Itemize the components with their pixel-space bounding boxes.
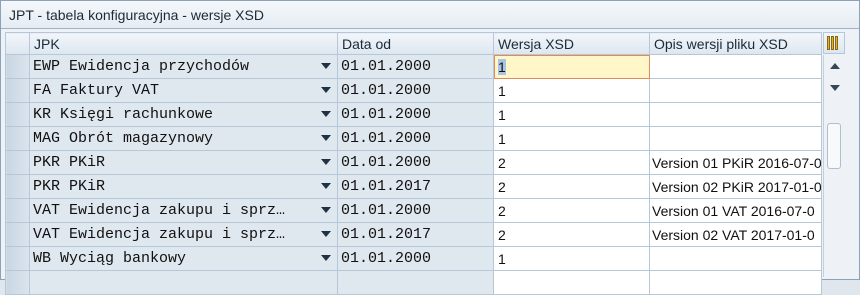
row-selector[interactable] [5,174,30,199]
date-empty-cell[interactable] [337,270,494,295]
jpk-dropdown[interactable]: VAT Ewidencja zakupu i sprz… [29,222,338,247]
scroll-up-icon[interactable] [830,63,840,69]
table-row: VAT Ewidencja zakupu i sprz… 01.01.2000 … [5,198,822,223]
version-input[interactable]: 2 [493,222,650,247]
jpk-value: KR Księgi rachunkowe [33,106,214,123]
row-selector[interactable] [5,126,30,151]
row-selector[interactable] [5,78,30,103]
jpk-empty-cell[interactable] [29,270,338,295]
chevron-down-icon[interactable] [321,231,331,237]
row-selector[interactable] [5,150,30,175]
jpk-value: VAT Ewidencja zakupu i sprz… [33,226,286,243]
version-empty-cell[interactable] [493,270,650,295]
jpk-value: PKR PKiR [33,154,106,171]
jpk-dropdown[interactable]: FA Faktury VAT [29,78,338,103]
chevron-down-icon[interactable] [321,159,331,165]
chevron-down-icon[interactable] [321,87,331,93]
version-input[interactable]: 1 [493,54,650,79]
jpk-value: WB Wyciąg bankowy [33,250,187,267]
description-input[interactable] [649,102,822,127]
table-row: VAT Ewidencja zakupu i sprz… 01.01.2017 … [5,222,822,247]
jpk-value: FA Faktury VAT [33,82,160,99]
date-cell[interactable]: 01.01.2000 [337,198,494,223]
column-header-jpk[interactable]: JPK [29,32,338,55]
version-input[interactable]: 1 [493,102,650,127]
chevron-down-icon[interactable] [321,207,331,213]
version-input[interactable]: 2 [493,174,650,199]
select-all-corner[interactable] [5,32,30,55]
scrollbar-thumb[interactable] [827,123,841,169]
row-selector[interactable] [5,102,30,127]
table-row: FA Faktury VAT 01.01.2000 1 [5,78,822,103]
description-input[interactable]: Version 01 VAT 2016-07-0 [649,198,822,223]
table-row: MAG Obrót magazynowy 01.01.2000 1 [5,126,822,151]
column-settings-icon [827,36,841,50]
jpk-dropdown[interactable]: PKR PKiR [29,174,338,199]
date-cell[interactable]: 01.01.2017 [337,222,494,247]
chevron-down-icon[interactable] [321,63,331,69]
table-row: WB Wyciąg bankowy 01.01.2000 1 [5,246,822,271]
jpk-dropdown[interactable]: MAG Obrót magazynowy [29,126,338,151]
panel-title: JPT - tabela konfiguracyjna - wersje XSD [1,1,859,29]
table-row: KR Księgi rachunkowe 01.01.2000 1 [5,102,822,127]
description-input[interactable]: Version 02 PKiR 2017-01-0 [649,174,822,199]
xsd-version-table: JPK Data od Wersja XSD Opis wersji pliku… [5,32,822,295]
column-header-version[interactable]: Wersja XSD [493,32,650,55]
row-selector[interactable] [5,54,30,79]
chevron-down-icon[interactable] [321,255,331,261]
description-input[interactable] [649,126,822,151]
row-selector[interactable] [5,222,30,247]
column-header-description[interactable]: Opis wersji pliku XSD [649,32,822,55]
jpk-value: EWP Ewidencja przychodów [33,58,250,75]
chevron-down-icon[interactable] [321,111,331,117]
date-cell[interactable]: 01.01.2000 [337,78,494,103]
column-settings-button[interactable] [823,32,845,54]
jpk-dropdown[interactable]: PKR PKiR [29,150,338,175]
jpk-value: VAT Ewidencja zakupu i sprz… [33,202,286,219]
date-cell[interactable]: 01.01.2000 [337,246,494,271]
row-selector[interactable] [5,198,30,223]
description-input[interactable] [649,246,822,271]
version-input[interactable]: 2 [493,198,650,223]
version-input[interactable]: 2 [493,150,650,175]
description-input[interactable] [649,78,822,103]
chevron-down-icon[interactable] [321,183,331,189]
jpk-value: MAG Obrót magazynowy [33,130,214,147]
date-cell[interactable]: 01.01.2017 [337,174,494,199]
row-selector[interactable] [5,246,30,271]
row-selector[interactable] [5,270,30,295]
jpk-value: PKR PKiR [33,178,106,195]
date-cell[interactable]: 01.01.2000 [337,150,494,175]
description-empty-cell[interactable] [649,270,822,295]
description-input[interactable] [649,54,822,79]
jpt-config-panel: JPT - tabela konfiguracyjna - wersje XSD… [0,0,860,295]
table-row: PKR PKiR 01.01.2000 2 Version 01 PKiR 20… [5,150,822,175]
table-row: PKR PKiR 01.01.2017 2 Version 02 PKiR 20… [5,174,822,199]
description-input[interactable]: Version 01 PKiR 2016-07-0 [649,150,822,175]
version-input[interactable]: 1 [493,78,650,103]
version-input[interactable]: 1 [493,246,650,271]
scroll-down-icon[interactable] [830,85,840,91]
table-header-row: JPK Data od Wersja XSD Opis wersji pliku… [5,32,822,55]
jpk-dropdown[interactable]: VAT Ewidencja zakupu i sprz… [29,198,338,223]
jpk-dropdown[interactable]: KR Księgi rachunkowe [29,102,338,127]
chevron-down-icon[interactable] [321,135,331,141]
table-row: EWP Ewidencja przychodów 01.01.2000 1 [5,54,822,79]
jpk-dropdown[interactable]: WB Wyciąg bankowy [29,246,338,271]
date-cell[interactable]: 01.01.2000 [337,126,494,151]
date-cell[interactable]: 01.01.2000 [337,54,494,79]
version-input[interactable]: 1 [493,126,650,151]
jpk-dropdown[interactable]: EWP Ewidencja przychodów [29,54,338,79]
version-value: 1 [498,58,506,75]
description-input[interactable]: Version 02 VAT 2017-01-0 [649,222,822,247]
vertical-scrollbar[interactable] [823,55,845,277]
date-cell[interactable]: 01.01.2000 [337,102,494,127]
table-row-empty [5,270,822,295]
column-header-date[interactable]: Data od [337,32,494,55]
